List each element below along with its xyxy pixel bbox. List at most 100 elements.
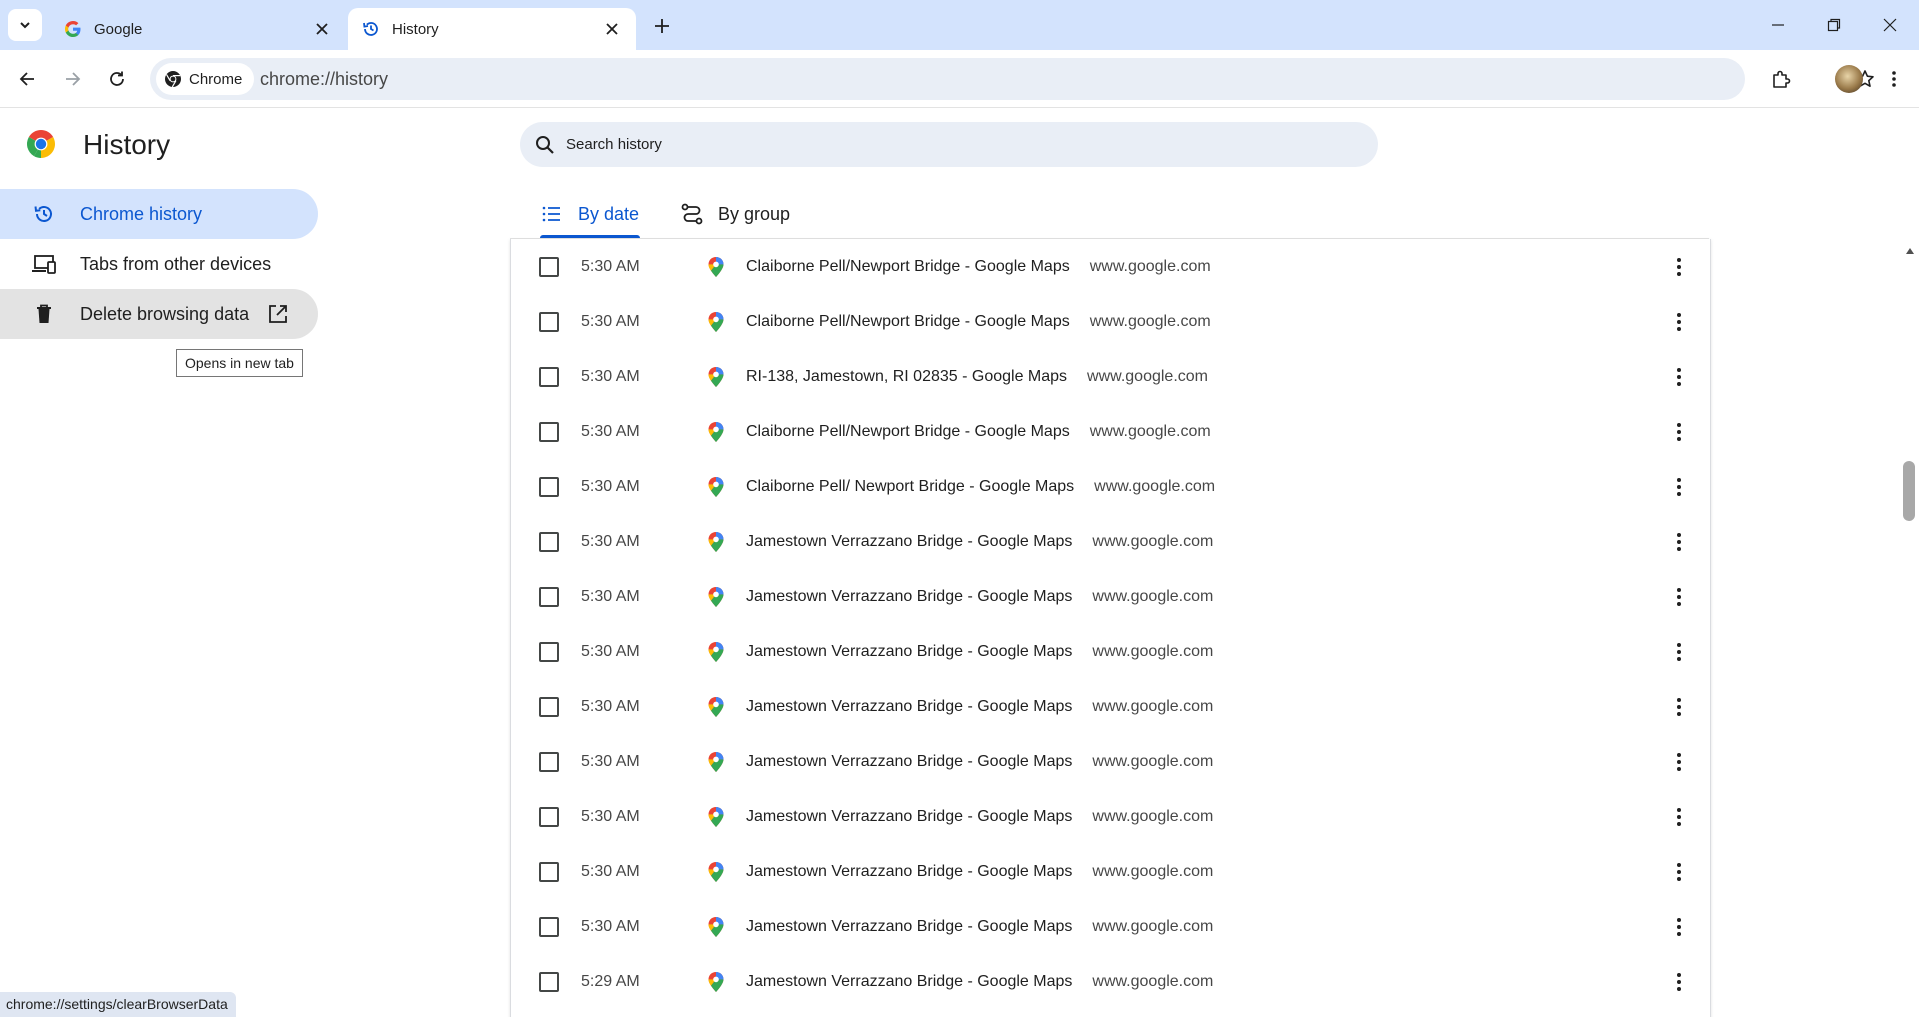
history-row[interactable]: 5:30 AM Claiborne Pell/Newport Bridge - G… (511, 294, 1710, 349)
history-row[interactable]: 5:30 AM RI-138, Jamestown, RI 02835 - Goo… (511, 349, 1710, 404)
entry-domain: www.google.com (1092, 532, 1214, 550)
sidebar-item-delete-browsing-data[interactable]: Delete browsing data (0, 289, 318, 339)
search-input[interactable] (566, 136, 1346, 153)
sidebar-item-chrome-history[interactable]: Chrome history (0, 189, 318, 239)
history-row[interactable]: 5:30 AM Jamestown Verrazzano Bridge - Goo… (511, 789, 1710, 844)
url-text[interactable]: chrome://history (260, 69, 388, 90)
tab-by-date[interactable]: By date (540, 190, 640, 238)
entry-title-link[interactable]: Jamestown Verrazzano Bridge - Google Map… (746, 863, 1072, 881)
entry-title-link[interactable]: Jamestown Verrazzano Bridge - Google Map… (746, 973, 1072, 991)
more-actions-button[interactable] (1665, 803, 1693, 831)
address-bar[interactable]: Chrome chrome://history (150, 58, 1874, 100)
entry-title-link[interactable]: Jamestown Verrazzano Bridge - Google Map… (746, 808, 1072, 826)
close-icon (1883, 18, 1897, 32)
close-window-button[interactable] (1862, 0, 1918, 50)
tab-google[interactable]: Google (50, 8, 346, 50)
devices-icon (29, 252, 59, 276)
entry-title-link[interactable]: Jamestown Verrazzano Bridge - Google Map… (746, 698, 1072, 716)
history-row[interactable]: 5:30 AM Jamestown Verrazzano Bridge - Goo… (511, 514, 1710, 569)
tab-label: By date (578, 203, 640, 224)
entry-title-link[interactable]: Claiborne Pell/Newport Bridge - Google M… (746, 258, 1070, 276)
more-actions-button[interactable] (1665, 528, 1693, 556)
reload-button[interactable] (99, 61, 135, 97)
history-row[interactable]: 5:29 AM Jamestown Verrazzano Bridge - Goo… (511, 954, 1710, 1009)
history-row[interactable]: 5:30 AM Jamestown Verrazzano Bridge - Goo… (511, 844, 1710, 899)
row-checkbox[interactable] (539, 751, 559, 772)
search-history-box[interactable] (520, 122, 1378, 167)
tab-history[interactable]: History (348, 8, 636, 50)
sidebar-item-tabs-other-devices[interactable]: Tabs from other devices (0, 239, 318, 289)
entry-title-link[interactable]: Jamestown Verrazzano Bridge - Google Map… (746, 918, 1072, 936)
more-actions-button[interactable] (1665, 858, 1693, 886)
history-row[interactable]: 5:30 AM Claiborne Pell/Newport Bridge - G… (511, 239, 1710, 294)
row-checkbox[interactable] (539, 916, 559, 937)
back-button[interactable] (9, 61, 45, 97)
more-actions-button[interactable] (1665, 418, 1693, 446)
forward-button[interactable] (55, 61, 91, 97)
row-checkbox[interactable] (539, 531, 559, 552)
more-actions-button[interactable] (1665, 968, 1693, 996)
site-info-chip[interactable]: Chrome (156, 63, 255, 95)
row-checkbox[interactable] (539, 861, 559, 882)
menu-button[interactable] (1876, 61, 1912, 97)
history-row[interactable]: 5:30 AM Jamestown Verrazzano Bridge - Goo… (511, 624, 1710, 679)
history-row[interactable]: 5:30 AM Jamestown Verrazzano Bridge - Goo… (511, 899, 1710, 954)
reload-icon (110, 71, 124, 86)
row-checkbox[interactable] (539, 696, 559, 717)
scroll-up-arrow[interactable] (1903, 244, 1917, 258)
history-row[interactable]: 5:30 AM Jamestown Verrazzano Bridge - Goo… (511, 679, 1710, 734)
entry-title-link[interactable]: Jamestown Verrazzano Bridge - Google Map… (746, 588, 1072, 606)
history-row[interactable]: 5:30 AM Jamestown Verrazzano Bridge - Goo… (511, 734, 1710, 789)
more-actions-button[interactable] (1665, 253, 1693, 281)
history-entry: Jamestown Verrazzano Bridge - Google Map… (746, 918, 1213, 936)
entry-title-link[interactable]: Jamestown Verrazzano Bridge - Google Map… (746, 643, 1072, 661)
row-checkbox[interactable] (539, 256, 559, 277)
restore-button[interactable] (1806, 0, 1862, 50)
row-checkbox[interactable] (539, 311, 559, 332)
more-actions-button[interactable] (1665, 913, 1693, 941)
history-row[interactable]: 5:30 AM Claiborne Pell/ Newport Bridge - … (511, 459, 1710, 514)
more-actions-button[interactable] (1665, 638, 1693, 666)
entry-title-link[interactable]: Claiborne Pell/Newport Bridge - Google M… (746, 423, 1070, 441)
more-actions-button[interactable] (1665, 308, 1693, 336)
more-actions-button[interactable] (1665, 363, 1693, 391)
more-actions-button[interactable] (1665, 693, 1693, 721)
more-actions-button[interactable] (1665, 748, 1693, 776)
google-maps-icon (706, 476, 726, 498)
history-list: 5:30 AM Claiborne Pell/Newport Bridge - G… (510, 239, 1711, 1017)
row-checkbox[interactable] (539, 586, 559, 607)
entry-title-link[interactable]: Claiborne Pell/ Newport Bridge - Google … (746, 478, 1074, 496)
row-checkbox[interactable] (539, 806, 559, 827)
tab-search-button[interactable] (8, 9, 42, 41)
new-tab-button[interactable] (648, 12, 676, 40)
row-checkbox[interactable] (539, 476, 559, 497)
puzzle-icon (1773, 70, 1791, 88)
entry-title-link[interactable]: Jamestown Verrazzano Bridge - Google Map… (746, 753, 1072, 771)
row-checkbox[interactable] (539, 366, 559, 387)
more-vertical-icon (1676, 477, 1682, 497)
row-checkbox[interactable] (539, 641, 559, 662)
entry-title-link[interactable]: Jamestown Verrazzano Bridge - Google Map… (746, 533, 1072, 551)
profile-avatar[interactable] (1835, 65, 1863, 93)
scrollbar-thumb[interactable] (1903, 461, 1915, 521)
more-actions-button[interactable] (1665, 583, 1693, 611)
google-maps-icon (706, 971, 726, 993)
history-row[interactable]: 5:30 AM Jamestown Verrazzano Bridge - Goo… (511, 569, 1710, 624)
tab-by-group[interactable]: By group (680, 190, 790, 238)
visit-time: 5:30 AM (581, 257, 640, 275)
tab-strip: Google History (0, 0, 1919, 50)
close-icon[interactable] (312, 19, 332, 39)
entry-title-link[interactable]: Claiborne Pell/Newport Bridge - Google M… (746, 313, 1070, 331)
more-vertical-icon (1676, 587, 1682, 607)
close-icon[interactable] (602, 19, 622, 39)
minimize-button[interactable] (1750, 0, 1806, 50)
entry-title-link[interactable]: RI-138, Jamestown, RI 02835 - Google Map… (746, 368, 1067, 386)
visit-time: 5:30 AM (581, 422, 640, 440)
row-checkbox[interactable] (539, 971, 559, 992)
arrow-right-icon (66, 72, 81, 86)
row-checkbox[interactable] (539, 421, 559, 442)
more-actions-button[interactable] (1665, 473, 1693, 501)
history-row[interactable]: 5:30 AM Claiborne Pell/Newport Bridge - G… (511, 404, 1710, 459)
extensions-button[interactable] (1763, 61, 1799, 97)
google-maps-icon (706, 366, 726, 388)
